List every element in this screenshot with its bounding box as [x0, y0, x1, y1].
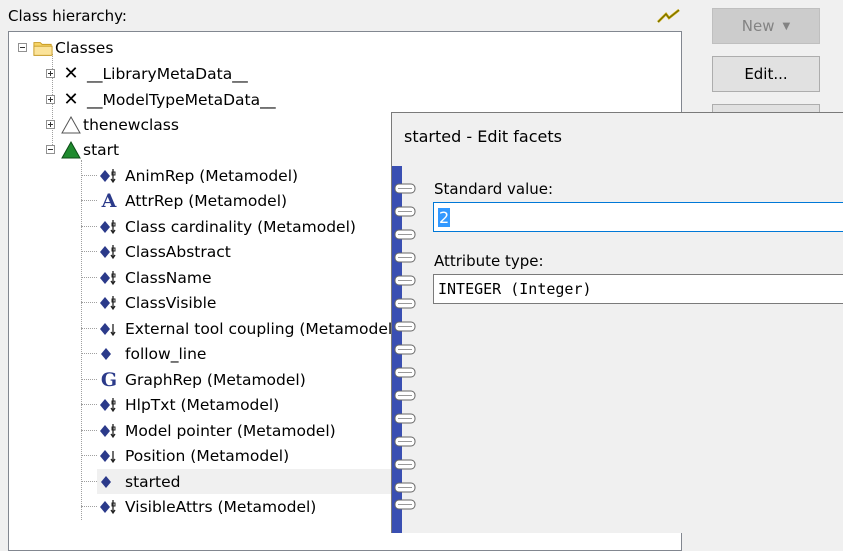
tree-node-label: VisibleAttrs (Metamodel)	[125, 497, 317, 516]
edit-button[interactable]: Edit...	[712, 56, 820, 92]
class-hierarchy-label: Class hierarchy:	[8, 7, 127, 25]
tree-node-attribute[interactable]: External tool coupling (Metamodel)	[99, 316, 398, 341]
tree-node-attribute[interactable]: A AttrRep (Metamodel)	[99, 188, 287, 213]
diamond-icon	[99, 472, 119, 492]
attribute-link-icon	[99, 268, 119, 288]
tree-node-label: AnimRep (Metamodel)	[125, 166, 299, 185]
tree-node-attribute[interactable]: Class cardinality (Metamodel)	[99, 214, 356, 239]
tree-node-thenewclass[interactable]: thenewclass	[46, 112, 179, 137]
tree-node-label: start	[83, 140, 120, 159]
attribute-arrow-icon	[99, 446, 119, 466]
tree-node-attribute[interactable]: ClassVisible	[99, 290, 216, 315]
tree-node-label: ClassAbstract	[125, 242, 231, 261]
x-mark-icon: ✕	[63, 63, 79, 84]
tree-node-label: ClassVisible	[125, 293, 217, 312]
tree-node-librarymetadata[interactable]: ✕ __LibraryMetaData__	[46, 61, 248, 86]
collapse-toggle[interactable]	[46, 145, 55, 154]
binder-ring-icon	[394, 499, 416, 510]
diamond-icon	[99, 344, 119, 364]
chevron-down-icon: ▼	[782, 20, 791, 32]
binder-ring-icon	[394, 482, 416, 493]
standard-value-label: Standard value:	[434, 180, 554, 198]
tree-node-label: AttrRep (Metamodel)	[125, 191, 288, 210]
attribute-arrow-icon	[99, 319, 119, 339]
dialog-title: started - Edit facets	[404, 127, 562, 146]
tree-node-attribute[interactable]: Model pointer (Metamodel)	[99, 418, 336, 443]
new-button-label: New	[741, 17, 775, 35]
letter-a-icon: A	[101, 189, 117, 212]
tree-node-attribute[interactable]: ClassAbstract	[99, 239, 231, 264]
standard-value-input[interactable]: 2	[433, 202, 843, 232]
binder-ring-icon	[394, 298, 416, 309]
collapse-toggle[interactable]	[18, 43, 27, 52]
tree-node-attribute-selected[interactable]: started	[97, 469, 399, 494]
tree-node-attribute[interactable]: Position (Metamodel)	[99, 443, 289, 468]
tree-node-classes[interactable]: Classes	[18, 35, 113, 60]
edit-button-label: Edit...	[744, 65, 788, 83]
tree-node-label: Class cardinality (Metamodel)	[125, 217, 356, 236]
binder-ring-icon	[394, 459, 416, 470]
tree-node-label: Model pointer (Metamodel)	[125, 421, 336, 440]
attribute-link-icon	[99, 497, 119, 517]
tree-node-label: HlpTxt (Metamodel)	[125, 395, 280, 414]
tree-node-start[interactable]: start	[46, 137, 119, 162]
attribute-type-field[interactable]: INTEGER (Integer)	[433, 274, 843, 304]
attribute-type-text: INTEGER (Integer)	[438, 280, 592, 298]
binder-ring-icon	[394, 436, 416, 447]
tree-node-label: External tool coupling (Metamodel)	[125, 319, 399, 338]
tree-node-attribute[interactable]: ClassName	[99, 265, 212, 290]
tree-node-modeltypemetadata[interactable]: ✕ __ModelTypeMetaData__	[46, 87, 276, 112]
expand-toggle[interactable]	[46, 69, 55, 78]
triangle-outline-icon	[61, 115, 81, 135]
binder-ring-icon	[394, 275, 416, 286]
triangle-filled-icon	[61, 140, 81, 160]
tree-node-label: ClassName	[125, 268, 212, 287]
binder-ring-icon	[394, 390, 416, 401]
binder-ring-icon	[394, 183, 416, 194]
letter-g-icon: G	[100, 368, 118, 391]
lightning-icon[interactable]	[656, 8, 682, 24]
new-button[interactable]: New ▼	[712, 8, 820, 44]
tree-node-label: Classes	[55, 38, 114, 57]
tree-node-label: thenewclass	[83, 115, 179, 134]
tree-node-attribute[interactable]: follow_line	[99, 341, 206, 366]
attribute-link-icon	[99, 421, 119, 441]
attribute-link-icon	[99, 242, 119, 262]
attribute-type-label: Attribute type:	[434, 252, 544, 270]
binder-ring-icon	[394, 367, 416, 378]
x-mark-icon: ✕	[63, 89, 79, 110]
standard-value-text: 2	[438, 207, 451, 227]
tree-node-attribute[interactable]: HlpTxt (Metamodel)	[99, 392, 279, 417]
binder-ring-icon	[394, 413, 416, 424]
binder-ring-icon	[394, 206, 416, 217]
edit-facets-dialog: started - Edit facets Standard value: 2 …	[391, 112, 843, 533]
tree-node-label: GraphRep (Metamodel)	[125, 370, 306, 389]
tree-node-label: follow_line	[125, 344, 207, 363]
binder-ring-icon	[394, 229, 416, 240]
tree-node-label: __ModelTypeMetaData__	[87, 90, 276, 109]
attribute-link-icon	[99, 217, 119, 237]
tree-node-label: __LibraryMetaData__	[87, 64, 248, 83]
attribute-link-icon	[99, 293, 119, 313]
binder-ring-icon	[394, 344, 416, 355]
binder-ring-icon	[394, 252, 416, 263]
folder-icon	[33, 38, 53, 58]
attribute-link-icon	[99, 395, 119, 415]
expand-toggle[interactable]	[46, 120, 55, 129]
expand-toggle[interactable]	[46, 95, 55, 104]
tree-node-attribute[interactable]: VisibleAttrs (Metamodel)	[99, 494, 316, 519]
binder-ring-icon	[394, 321, 416, 332]
tree-node-label: started	[125, 472, 181, 491]
tree-node-attribute[interactable]: AnimRep (Metamodel)	[99, 163, 298, 188]
tree-node-label: Position (Metamodel)	[125, 446, 290, 465]
attribute-link-icon	[99, 166, 119, 186]
tree-node-attribute[interactable]: G GraphRep (Metamodel)	[99, 367, 306, 392]
